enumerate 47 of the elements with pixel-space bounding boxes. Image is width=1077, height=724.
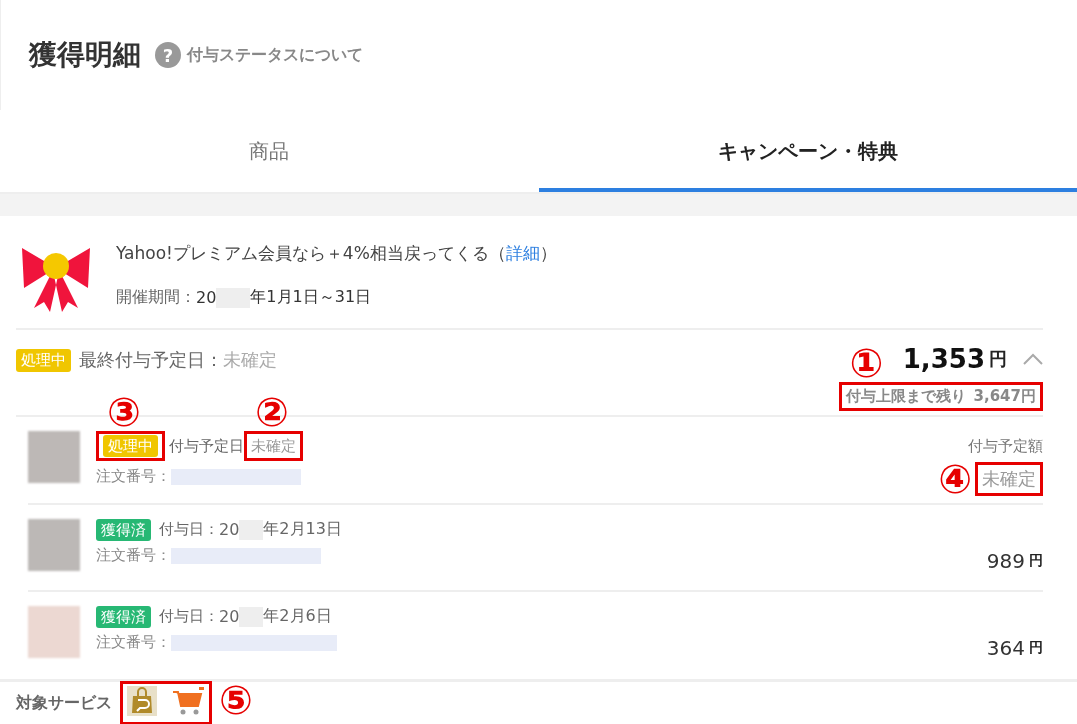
amount-label: 付与予定額 <box>968 437 1043 456</box>
remaining-limit-value: 3,647円 <box>973 387 1036 406</box>
grant-date: 年2月13日 <box>263 519 342 540</box>
amount-value: 364 <box>986 636 1025 660</box>
status-badge: 獲得済 <box>96 518 151 541</box>
currency-unit: 円 <box>1029 552 1043 570</box>
status-badge: 獲得済 <box>96 605 151 628</box>
annotation-number: ① <box>849 343 884 383</box>
currency-unit: 円 <box>989 347 1007 371</box>
grant-date-year: 20 <box>219 607 240 626</box>
product-photo-placeholder <box>28 606 80 658</box>
period-label: 開催期間： <box>116 287 196 308</box>
final-date-value: 未確定 <box>223 348 277 372</box>
campaign-title: Yahoo!プレミアム会員なら＋4%相当戻ってくる（詳細） <box>116 242 557 265</box>
grant-date-label: 付与予定日 <box>169 436 244 456</box>
page-title: 獲得明細 <box>29 37 141 73</box>
target-services-label: 対象サービス <box>16 692 112 714</box>
currency-unit: 円 <box>1029 639 1043 657</box>
grant-date: 年2月6日 <box>263 606 332 627</box>
grant-date-label: 付与日： <box>159 520 219 539</box>
status-help-link[interactable]: ? 付与ステータスについて <box>155 42 363 68</box>
annotation-number: ② <box>255 392 289 432</box>
shopping-bag-icon[interactable] <box>127 686 157 716</box>
annotation-number: ⑤ <box>219 680 253 720</box>
total-amount: 1,353 <box>902 344 985 374</box>
order-number-label: 注文番号： <box>96 546 171 565</box>
grant-date-value: 未確定 <box>251 437 296 455</box>
status-badge: 処理中 <box>16 348 71 372</box>
period-dates: 年1月1日～31日 <box>250 287 372 308</box>
help-icon: ? <box>155 42 181 68</box>
product-photo-placeholder <box>28 431 80 483</box>
chevron-up-icon[interactable] <box>1023 353 1043 365</box>
final-date-label: 最終付与予定日： <box>79 348 223 372</box>
remaining-limit-label: 付与上限まで残り <box>845 387 966 406</box>
annotation-number: ③ <box>107 392 141 432</box>
order-number-label: 注文番号： <box>96 467 171 486</box>
annotation-number: ④ <box>938 459 972 499</box>
period-year: 20 <box>196 288 217 307</box>
product-photo-placeholder <box>28 519 80 571</box>
order-number-label: 注文番号： <box>96 633 171 652</box>
amount-value: 未確定 <box>982 468 1036 489</box>
status-badge: 処理中 <box>103 435 158 457</box>
amount-value: 989 <box>986 549 1025 573</box>
grant-date-year: 20 <box>219 520 240 539</box>
shopping-cart-icon[interactable] <box>171 686 205 716</box>
grant-date-label: 付与日： <box>159 607 219 626</box>
details-link[interactable]: 詳細 <box>505 243 540 263</box>
